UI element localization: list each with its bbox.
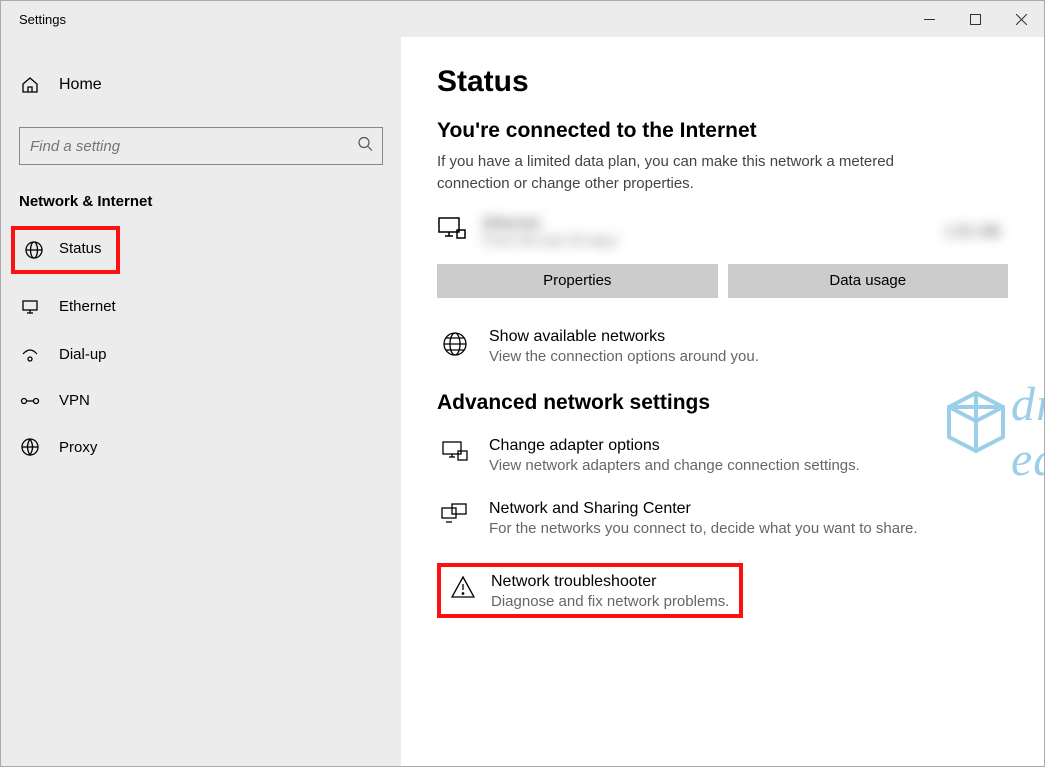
warning-triangle-icon — [445, 573, 481, 599]
option-desc: For the networks you connect to, decide … — [489, 520, 918, 537]
sidebar-section-label: Network & Internet — [1, 193, 401, 226]
ethernet-icon — [19, 296, 41, 316]
option-desc: View network adapters and change connect… — [489, 457, 860, 474]
minimize-button[interactable] — [906, 1, 952, 37]
proxy-icon — [19, 437, 41, 457]
show-networks-option[interactable]: Show available networks View the connect… — [437, 328, 1008, 365]
option-title: Show available networks — [489, 328, 759, 346]
sidebar-item-status[interactable]: Status — [11, 226, 120, 274]
window-title: Settings — [19, 12, 66, 27]
sidebar: Home Network & Internet Status Ethernet — [1, 37, 401, 766]
sidebar-item-vpn[interactable]: VPN — [1, 378, 401, 423]
connected-heading: You're connected to the Internet — [437, 119, 1008, 143]
sidebar-item-label: Ethernet — [59, 298, 116, 315]
option-title: Change adapter options — [489, 437, 860, 455]
data-usage-button[interactable]: Data usage — [728, 264, 1009, 298]
network-name: Ethernet — [483, 215, 618, 232]
page-title: Status — [437, 65, 1008, 99]
option-title: Network troubleshooter — [491, 573, 729, 591]
properties-button[interactable]: Properties — [437, 264, 718, 298]
titlebar: Settings — [1, 1, 1044, 37]
sidebar-home[interactable]: Home — [1, 65, 401, 105]
option-desc: Diagnose and fix network problems. — [491, 593, 729, 610]
option-title: Network and Sharing Center — [489, 500, 918, 518]
dialup-icon — [19, 344, 41, 364]
sidebar-item-dialup[interactable]: Dial-up — [1, 330, 401, 378]
sidebar-item-label: Proxy — [59, 439, 97, 456]
home-icon — [19, 75, 41, 95]
status-icon — [23, 240, 45, 260]
sidebar-home-label: Home — [59, 76, 102, 94]
watermark-text: driver easy — [1011, 377, 1044, 487]
search-icon — [357, 136, 373, 157]
window-controls — [906, 1, 1044, 37]
sidebar-item-label: Dial-up — [59, 346, 107, 363]
maximize-button[interactable] — [952, 1, 998, 37]
option-desc: View the connection options around you. — [489, 348, 759, 365]
sidebar-item-label: VPN — [59, 392, 90, 409]
network-subtext: From the last 30 days — [483, 232, 618, 248]
adapter-icon — [437, 437, 473, 465]
sharing-icon — [437, 500, 473, 528]
sidebar-item-label: Status — [59, 240, 102, 260]
network-adapter-icon — [437, 216, 467, 247]
search-wrapper — [19, 127, 383, 165]
sidebar-item-ethernet[interactable]: Ethernet — [1, 282, 401, 330]
adapter-options[interactable]: Change adapter options View network adap… — [437, 437, 1008, 474]
network-buttons: Properties Data usage — [437, 264, 1008, 298]
sharing-center-option[interactable]: Network and Sharing Center For the netwo… — [437, 500, 1008, 537]
close-button[interactable] — [998, 1, 1044, 37]
globe-icon — [437, 328, 473, 358]
network-troubleshooter-option[interactable]: Network troubleshooter Diagnose and fix … — [437, 563, 743, 618]
sidebar-item-proxy[interactable]: Proxy — [1, 423, 401, 471]
main-content: Status You're connected to the Internet … — [401, 37, 1044, 766]
vpn-icon — [19, 395, 41, 407]
network-usage: 1.51 GB — [945, 223, 1000, 240]
connected-description: If you have a limited data plan, you can… — [437, 151, 957, 195]
advanced-heading: Advanced network settings — [437, 391, 1008, 415]
network-row: Ethernet From the last 30 days 1.51 GB — [437, 215, 1008, 248]
search-input[interactable] — [19, 127, 383, 165]
